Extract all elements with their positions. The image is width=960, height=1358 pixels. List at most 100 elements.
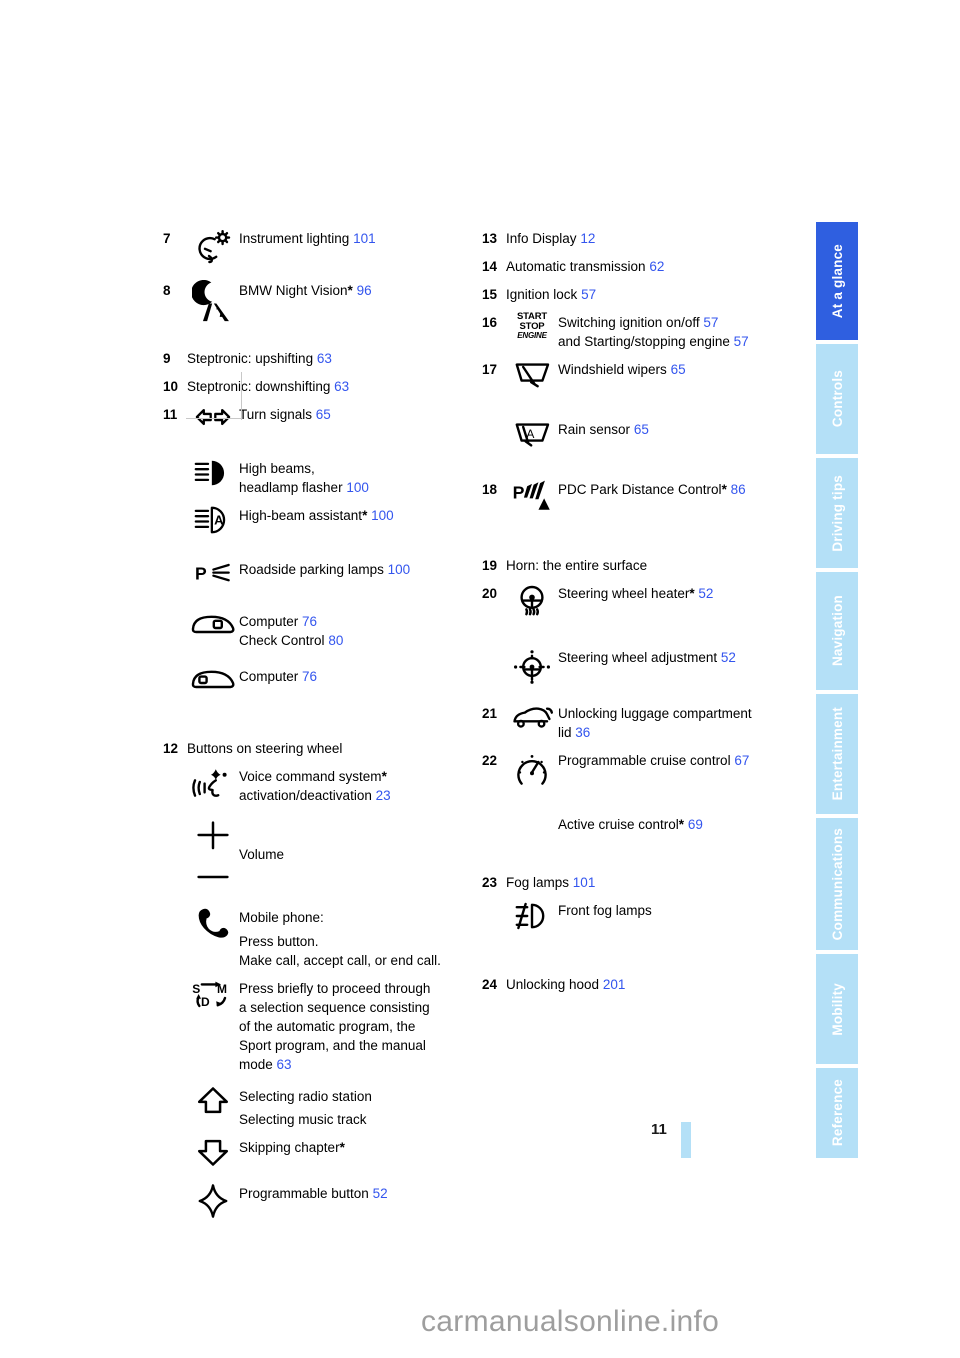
turn-signals-icon — [187, 404, 239, 430]
page-ref: 63 — [316, 351, 332, 366]
entry-17: 17 Windshield wipers 65 — [482, 359, 792, 391]
page-ref: 96 — [356, 283, 372, 298]
entry-text: Selecting radio station Selecting music … — [239, 1089, 372, 1127]
entry-computer-2: . Computer 76 — [163, 666, 463, 692]
sidebar-tab-reference[interactable]: Reference — [816, 1068, 858, 1158]
entry-number: 22 — [482, 753, 498, 768]
entry-text: Front fog lamps — [558, 903, 652, 918]
entry-programmable-button: . Programmable button 52 — [163, 1183, 463, 1219]
entry-21: 21 Unlocking luggage compartment lid 36 — [482, 703, 792, 742]
pdc-icon: P — [506, 479, 558, 513]
cruise-control-icon — [506, 750, 558, 790]
entry-text: Ignition lock 57 — [506, 287, 597, 302]
steering-wheel-adjustment-icon — [506, 647, 558, 687]
page-ref: 63 — [276, 1057, 292, 1072]
sidebar-tab-mobility[interactable]: Mobility — [816, 954, 858, 1066]
entry-text: Rain sensor 65 — [558, 422, 649, 437]
page-ref: 52 — [698, 586, 714, 601]
entry-number: 9 — [163, 351, 171, 366]
entry-text: Press briefly to proceed through a selec… — [239, 981, 431, 1072]
front-fog-lamps-icon — [506, 900, 558, 932]
page-ref: 86 — [730, 482, 746, 497]
entry-mobile-phone: . Mobile phone: Press button. Make call,… — [163, 907, 463, 970]
entry-text: Active cruise control* 69 — [558, 817, 703, 832]
entry-text: Turn signals 65 — [239, 407, 331, 422]
entry-10: 10 Steptronic: downshifting 63 — [163, 376, 463, 396]
entry-text: Voice command system* activation/deactiv… — [239, 769, 391, 803]
icon-divider-vertical — [241, 372, 242, 420]
page-number: 11 — [651, 1121, 667, 1138]
entry-text: Skipping chapter* — [239, 1140, 345, 1155]
entry-20: 20 Steering wheel heater* 52 — [482, 583, 792, 623]
manual-page: 7 Instrument lighting 101 8 BMW Night Vi… — [0, 0, 960, 1358]
sidebar-tab-label: At a glance — [829, 243, 845, 319]
svg-text:S: S — [192, 982, 200, 996]
page-ref: 76 — [302, 669, 318, 684]
entry-number: 20 — [482, 586, 498, 601]
entry-number: 7 — [163, 231, 171, 246]
entry-text: Unlocking luggage compartment lid 36 — [558, 706, 752, 740]
sidebar-tab-label: Mobility — [829, 982, 845, 1036]
arrow-down-icon — [187, 1137, 239, 1167]
sidebar-tab-communications[interactable]: Communications — [816, 818, 858, 952]
sidebar-tab-label: Controls — [829, 370, 845, 428]
entry-text: Horn: the entire surface — [506, 558, 648, 573]
sidebar-tab-label: Reference — [829, 1079, 845, 1147]
sidebar-tab-at-a-glance[interactable]: At a glance — [816, 222, 858, 342]
entry-shift-program: . S D M Press briefly to proceed through… — [163, 978, 463, 1074]
entry-number: 18 — [482, 482, 498, 497]
entry-24: 24 Unlocking hood 201 — [482, 974, 792, 994]
entry-text: Buttons on steering wheel — [187, 741, 343, 756]
entry-number: 13 — [482, 231, 498, 246]
optional-star: * — [689, 586, 695, 601]
entry-high-beam-assistant: . A High-beam assistant* 100 — [163, 505, 463, 535]
stalk-button-computer-icon — [187, 611, 239, 637]
page-ref: 100 — [387, 562, 411, 577]
page-ref: 69 — [687, 817, 703, 832]
entry-8: 8 BMW Night Vision* 96 — [163, 280, 463, 324]
entry-number: 14 — [482, 259, 498, 274]
entry-text: BMW Night Vision* 96 — [239, 283, 372, 298]
page-ref: 65 — [670, 362, 686, 377]
page-ref: 52 — [372, 1186, 388, 1201]
page-ref: 57 — [581, 287, 597, 302]
page-ref: 80 — [328, 633, 344, 648]
sidebar-tab-navigation[interactable]: Navigation — [816, 572, 858, 692]
right-column: 13 Info Display 12 14 Automatic transmis… — [482, 228, 792, 996]
entry-number: 23 — [482, 875, 498, 890]
voice-command-icon — [187, 766, 239, 802]
entry-22: 22 Programmable cruise control 67 — [482, 750, 792, 790]
sidebar-tab-controls[interactable]: Controls — [816, 344, 858, 456]
entry-16: 16 START STOP ENGINE Switching ignition … — [482, 312, 792, 351]
svg-text:D: D — [201, 995, 210, 1009]
entry-text: Unlocking hood 201 — [506, 977, 626, 992]
entry-number: 11 — [163, 407, 178, 422]
programmable-button-icon — [187, 1183, 239, 1219]
entry-text: Roadside parking lamps 100 — [239, 562, 411, 577]
entry-12: 12 Buttons on steering wheel — [163, 738, 463, 758]
entry-9: 9 Steptronic: upshifting 63 — [163, 348, 463, 368]
entry-text: Fog lamps 101 — [506, 875, 596, 890]
entry-text: Steptronic: upshifting 63 — [187, 351, 332, 366]
entry-text: Volume — [239, 847, 285, 862]
entry-19: 19 Horn: the entire surface — [482, 555, 792, 575]
entry-15: 15 Ignition lock 57 — [482, 284, 792, 304]
entry-high-beams: . High beams, headlamp flasher 100 — [163, 458, 463, 497]
page-ref: 76 — [302, 614, 318, 629]
page-ref: 63 — [334, 379, 350, 394]
entry-text: Steering wheel heater* 52 — [558, 586, 714, 601]
entry-13: 13 Info Display 12 — [482, 228, 792, 248]
entry-text: High-beam assistant* 100 — [239, 508, 394, 523]
entry-text: Steptronic: downshifting 63 — [187, 379, 350, 394]
entry-rain-sensor: . A Rain sensor 65 — [482, 419, 792, 451]
high-beam-assistant-icon: A — [187, 505, 239, 535]
luggage-compartment-icon — [506, 703, 558, 731]
sidebar-tab-driving-tips[interactable]: Driving tips — [816, 458, 858, 570]
page-ref: 57 — [733, 334, 749, 349]
svg-text:P: P — [513, 482, 525, 502]
optional-star: * — [678, 817, 685, 832]
svg-text:P: P — [195, 563, 207, 583]
sidebar-tab-entertainment[interactable]: Entertainment — [816, 694, 858, 816]
page-ref: 100 — [346, 480, 369, 495]
entry-number: 15 — [482, 287, 498, 302]
